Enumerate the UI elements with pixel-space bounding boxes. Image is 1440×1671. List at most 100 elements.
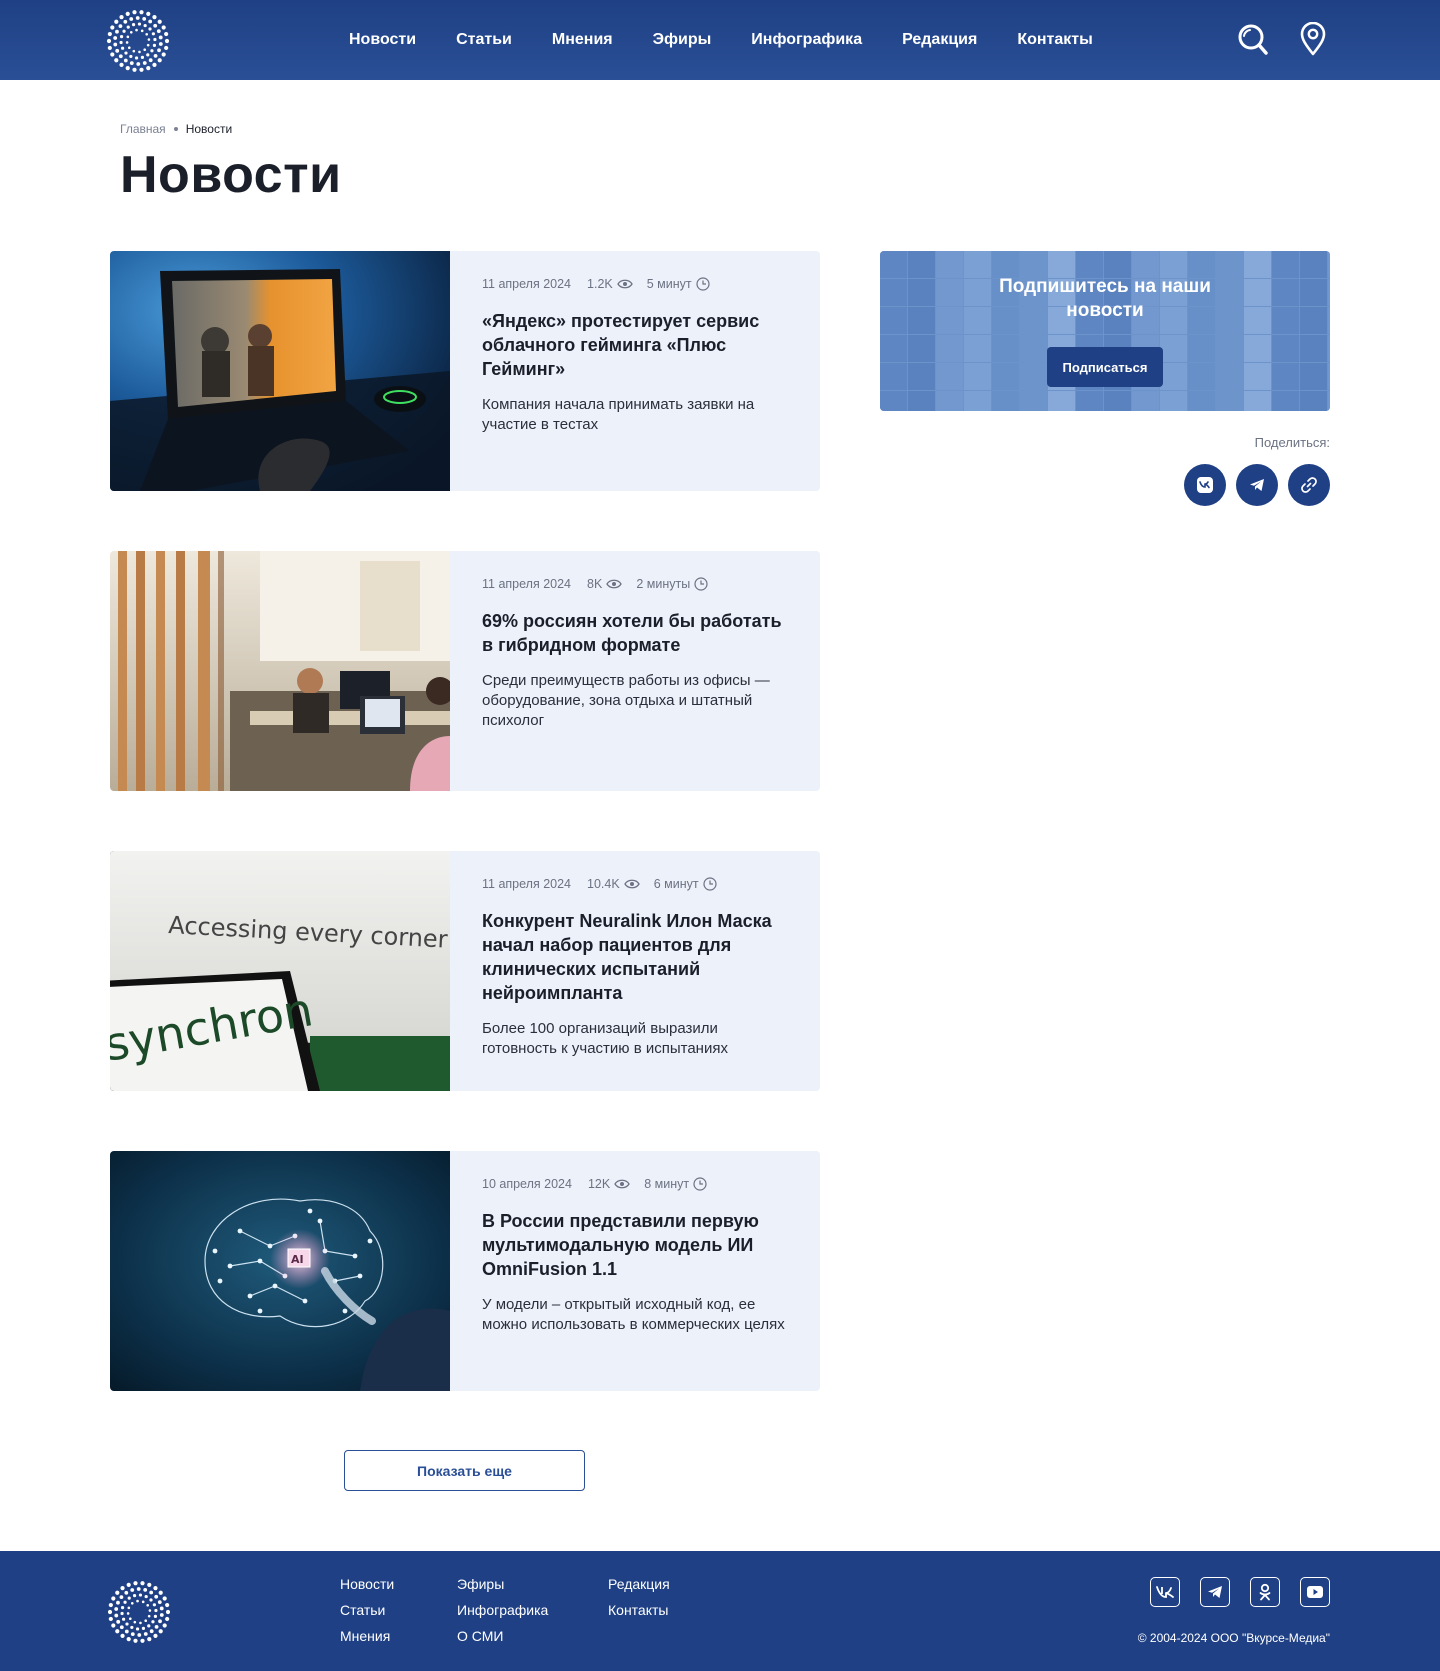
news-read-time-label: 6 минут xyxy=(653,877,699,891)
footer-telegram-button[interactable] xyxy=(1200,1577,1230,1607)
news-date: 10 апреля 2024 xyxy=(482,1177,572,1191)
share-label: Поделиться: xyxy=(1254,435,1330,450)
nav-item-infographics[interactable]: Инфографика xyxy=(751,31,862,49)
news-card[interactable]: 11 апреля 2024 1.2K 5 минут «Яндекс» про… xyxy=(110,251,820,491)
site-footer: Новости Статьи Мнения Эфиры Инфографика … xyxy=(0,1551,1440,1671)
news-lead: У модели – открытый исходный код, ее мож… xyxy=(482,1296,785,1333)
footer-link-news[interactable]: Новости xyxy=(340,1575,394,1593)
news-read-time: 2 минуты xyxy=(636,577,708,591)
header-icons xyxy=(1237,22,1329,56)
news-read-time: 6 минут xyxy=(654,877,717,891)
news-lead: Более 100 организаций выразили готовност… xyxy=(482,1020,728,1057)
search-icon[interactable] xyxy=(1237,22,1269,56)
news-views-count: 10.4K xyxy=(587,877,620,891)
clock-icon xyxy=(694,577,708,591)
news-lead: Среди преимуществ работы из офисы — обор… xyxy=(482,672,770,729)
share-vk-button[interactable] xyxy=(1184,464,1226,506)
breadcrumb-current: Новости xyxy=(185,122,233,136)
footer-link-articles[interactable]: Статьи xyxy=(340,1601,394,1619)
nav-item-editorial[interactable]: Редакция xyxy=(902,31,977,49)
subscribe-title: Подпишитесь на наши новости xyxy=(999,276,1211,321)
nav-item-opinions[interactable]: Мнения xyxy=(552,31,613,49)
news-title[interactable]: 69% россиян хотели бы работать в гибридн… xyxy=(482,609,790,657)
news-title[interactable]: В России представили первую мультимодаль… xyxy=(482,1209,790,1281)
news-card-body: 11 апреля 2024 1.2K 5 минут «Яндекс» про… xyxy=(450,251,820,491)
breadcrumb-separator xyxy=(173,127,178,131)
site-logo[interactable] xyxy=(107,10,169,72)
news-card-body: 10 апреля 2024 12K 8 минут В России пред… xyxy=(450,1151,820,1391)
footer-link-broadcasts[interactable]: Эфиры xyxy=(457,1575,548,1593)
nav-item-articles[interactable]: Статьи xyxy=(456,31,512,49)
news-meta: 11 апреля 2024 1.2K 5 минут xyxy=(482,275,790,293)
clock-icon xyxy=(702,877,717,891)
footer-odnoklassniki-button[interactable] xyxy=(1250,1577,1280,1607)
news-views: 8K xyxy=(587,577,623,591)
news-meta: 10 апреля 2024 12K 8 минут xyxy=(482,1175,790,1193)
subscribe-banner: Подпишитесь на наши новости Подписаться xyxy=(880,251,1330,411)
news-title[interactable]: «Яндекс» протестирует сервис облачного г… xyxy=(482,309,790,381)
footer-vk-button[interactable] xyxy=(1150,1577,1180,1607)
news-meta: 11 апреля 2024 10.4K 6 минут xyxy=(482,875,790,893)
link-icon xyxy=(1301,477,1317,493)
footer-link-contacts[interactable]: Контакты xyxy=(608,1601,670,1619)
footer-link-about-media[interactable]: О СМИ xyxy=(457,1627,548,1645)
vk-icon xyxy=(1197,477,1213,493)
ai-chip-label: AI xyxy=(291,1253,304,1266)
eye-icon xyxy=(614,1179,630,1189)
vk-icon xyxy=(1156,1586,1174,1598)
news-views: 10.4K xyxy=(587,877,640,891)
news-views-count: 8K xyxy=(587,577,603,591)
page-title: Новости xyxy=(120,146,342,204)
eye-icon xyxy=(606,579,623,589)
telegram-icon xyxy=(1250,479,1264,491)
news-views-count: 12K xyxy=(587,1177,611,1191)
breadcrumb-home[interactable]: Главная xyxy=(120,122,166,136)
news-card-body: 11 апреля 2024 10.4K 6 минут Конкурент N… xyxy=(450,851,820,1091)
subscribe-button[interactable]: Подписаться xyxy=(1047,347,1163,387)
news-list: 11 апреля 2024 1.2K 5 минут «Яндекс» про… xyxy=(110,251,820,1451)
news-date: 11 апреля 2024 xyxy=(482,277,572,291)
copyright: © 2004-2024 ООО "Вкурсе-Медиа" xyxy=(1137,1631,1330,1645)
show-more-button[interactable]: Показать еще xyxy=(344,1450,585,1491)
news-date: 11 апреля 2024 xyxy=(482,577,572,591)
footer-link-editorial[interactable]: Редакция xyxy=(608,1575,670,1593)
laptop-game-image xyxy=(110,251,450,491)
office-illustration xyxy=(110,551,450,791)
synchron-image: Accessing every corner of the brain. syn… xyxy=(110,851,450,1091)
eye-icon xyxy=(623,879,640,889)
nav-item-news[interactable]: Новости xyxy=(349,31,416,49)
footer-social xyxy=(1150,1577,1330,1607)
youtube-icon xyxy=(1307,1586,1323,1598)
news-read-time-label: 8 минут xyxy=(644,1177,690,1191)
news-lead: Компания начала принимать заявки на учас… xyxy=(482,396,755,433)
breadcrumb: Главная Новости xyxy=(120,122,232,136)
share-link-button[interactable] xyxy=(1288,464,1330,506)
synchron-illustration: Accessing every corner of the brain. syn… xyxy=(110,851,450,1091)
news-card-body: 11 апреля 2024 8K 2 минуты 69% россиян х… xyxy=(450,551,820,791)
share-telegram-button[interactable] xyxy=(1236,464,1278,506)
odnoklassniki-icon xyxy=(1259,1583,1271,1601)
office-image xyxy=(110,551,450,791)
news-date: 11 апреля 2024 xyxy=(482,877,572,891)
news-read-time: 5 минут xyxy=(647,277,710,291)
footer-link-opinions[interactable]: Мнения xyxy=(340,1627,394,1645)
news-read-time-label: 5 минут xyxy=(646,277,692,291)
news-views: 1.2K xyxy=(587,277,633,291)
news-card[interactable]: AI 10 апреля 2024 12K 8 минут В России п… xyxy=(110,1151,820,1391)
footer-logo[interactable] xyxy=(108,1581,170,1643)
clock-icon xyxy=(696,277,710,291)
news-title[interactable]: Конкурент Neuralink Илон Маска начал наб… xyxy=(482,909,790,1005)
main-nav: Новости Статьи Мнения Эфиры Инфографика … xyxy=(349,0,1133,80)
news-card[interactable]: Accessing every corner of the brain. syn… xyxy=(110,851,820,1091)
news-views: 12K xyxy=(588,1177,630,1191)
nav-item-broadcasts[interactable]: Эфиры xyxy=(653,31,712,49)
footer-link-infographics[interactable]: Инфографика xyxy=(457,1601,548,1619)
nav-item-contacts[interactable]: Контакты xyxy=(1017,31,1092,49)
clock-icon xyxy=(693,1177,707,1191)
location-pin-icon[interactable] xyxy=(1297,22,1329,56)
ai-brain-image: AI xyxy=(110,1151,450,1391)
footer-youtube-button[interactable] xyxy=(1300,1577,1330,1607)
footer-links-col-3: Редакция Контакты xyxy=(608,1575,670,1619)
news-card[interactable]: 11 апреля 2024 8K 2 минуты 69% россиян х… xyxy=(110,551,820,791)
news-views-count: 1.2K xyxy=(587,277,613,291)
